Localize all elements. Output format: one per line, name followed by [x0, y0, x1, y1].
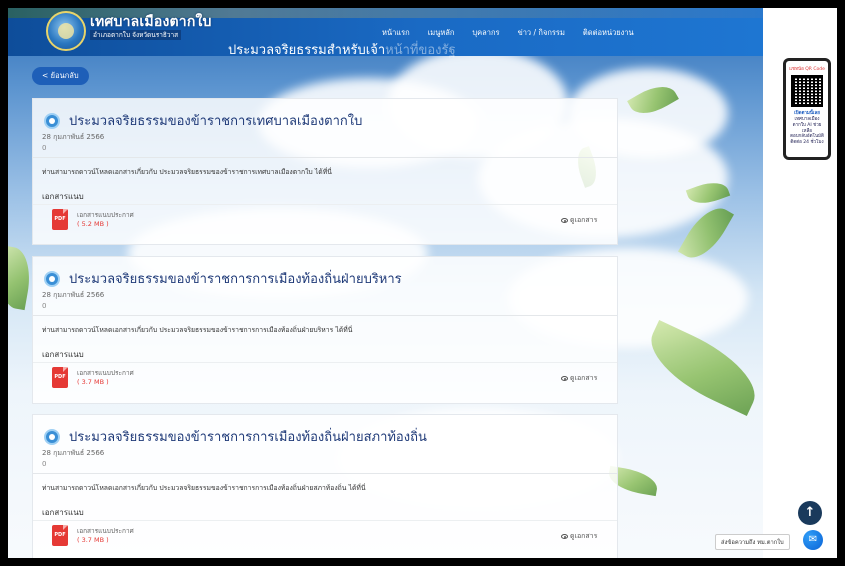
nav-item-contact[interactable]: ติดต่อหน่วยงาน — [583, 27, 634, 39]
arrow-up-icon: ↑ — [804, 505, 816, 520]
nav-item-news[interactable]: ข่าว / กิจกรรม — [518, 27, 565, 39]
qr-heading: แชทน้อ QR Code — [789, 67, 825, 72]
attachment-size: ( 3.7 MB ) — [77, 378, 109, 386]
divider — [33, 520, 617, 521]
back-button[interactable]: < ย้อนกลับ — [32, 67, 89, 85]
municipality-logo[interactable] — [46, 11, 86, 51]
chat-prompt-label[interactable]: ส่งข้อความถึง ทม.ตากใบ — [715, 534, 790, 550]
divider — [33, 315, 617, 316]
view-document-link[interactable]: ดูเอกสาร — [561, 531, 597, 542]
card-description: ท่านสามารถดาวน์โหลดเอกสารเกี่ยวกับ ประมว… — [42, 326, 353, 334]
card-title[interactable]: ประมวลจริยธรรมของข้าราชการการเมืองท้องถิ… — [69, 268, 402, 289]
view-document-link[interactable]: ดูเอกสาร — [561, 215, 597, 226]
card-description: ท่านสามารถดาวน์โหลดเอกสารเกี่ยวกับ ประมว… — [42, 484, 366, 492]
qr-code-icon — [791, 75, 823, 107]
leaf-decoration — [8, 245, 35, 311]
bullet-icon — [44, 271, 60, 287]
attachment-name[interactable]: เอกสารแนบประกาศ — [77, 210, 134, 220]
nav-item-staff[interactable]: บุคลากร — [472, 27, 499, 39]
card-date: 28 กุมภาพันธ์ 2566 — [42, 449, 105, 457]
view-count: 0 — [42, 302, 47, 310]
pdf-file-icon[interactable]: PDF — [52, 525, 68, 546]
eye-icon — [561, 217, 568, 223]
attachments-heading: เอกสารแนบ — [42, 192, 84, 201]
card-date: 28 กุมภาพันธ์ 2566 — [42, 133, 105, 141]
page-frame: เทศบาลเมืองตากใบ อำเภอตากใบ จังหวัดนราธิ… — [8, 8, 837, 558]
divider — [33, 204, 617, 205]
qr-caption: เปิดตามนี้เลย เทศบาลเมือง ตากใบ AI ช่วยเ… — [790, 111, 824, 146]
right-side-panel: แชทน้อ QR Code เปิดตามนี้เลย เทศบาลเมือง… — [763, 8, 837, 558]
nav-item-home[interactable]: หน้าแรก — [382, 27, 410, 39]
messenger-icon: ✉ — [808, 534, 818, 545]
attachment-name[interactable]: เอกสารแนบประกาศ — [77, 368, 134, 378]
attachments-heading: เอกสารแนบ — [42, 350, 84, 359]
pdf-file-icon[interactable]: PDF — [52, 209, 68, 230]
site-header: เทศบาลเมืองตากใบ อำเภอตากใบ จังหวัดนราธิ… — [8, 8, 763, 58]
page-title: ประมวลจริยธรรมสำหรับเจ้าหน้าที่ของรัฐ — [228, 43, 456, 58]
attachment-size: ( 5.2 MB ) — [77, 220, 109, 228]
messenger-button[interactable]: ✉ — [803, 530, 823, 550]
scroll-to-top-button[interactable]: ↑ — [798, 501, 822, 525]
qr-code-widget[interactable]: แชทน้อ QR Code เปิดตามนี้เลย เทศบาลเมือง… — [783, 58, 831, 160]
card-description: ท่านสามารถดาวน์โหลดเอกสารเกี่ยวกับ ประมว… — [42, 168, 332, 176]
bullet-icon — [44, 113, 60, 129]
attachment-name[interactable]: เอกสารแนบประกาศ — [77, 526, 134, 536]
card-date: 28 กุมภาพันธ์ 2566 — [42, 291, 105, 299]
site-subtitle: อำเภอตากใบ จังหวัดนราธิวาส — [90, 30, 182, 40]
card-title[interactable]: ประมวลจริยธรรมของข้าราชการการเมืองท้องถิ… — [69, 426, 427, 447]
attachments-heading: เอกสารแนบ — [42, 508, 84, 517]
divider — [33, 157, 617, 158]
pdf-file-icon[interactable]: PDF — [52, 367, 68, 388]
document-card: ประมวลจริยธรรมของข้าราชการการเมืองท้องถิ… — [32, 256, 618, 404]
eye-icon — [561, 533, 568, 539]
divider — [33, 362, 617, 363]
document-card: ประมวลจริยธรรมของข้าราชการเทศบาลเมืองตาก… — [32, 98, 618, 245]
eye-icon — [561, 375, 568, 381]
main-nav: หน้าแรก เมนูหลัก บุคลากร ข่าว / กิจกรรม … — [382, 27, 634, 39]
attachment-size: ( 3.7 MB ) — [77, 536, 109, 544]
bullet-icon — [44, 429, 60, 445]
view-document-link[interactable]: ดูเอกสาร — [561, 373, 597, 384]
nav-item-main-menu[interactable]: เมนูหลัก — [428, 27, 455, 39]
divider — [33, 473, 617, 474]
view-count: 0 — [42, 144, 47, 152]
card-title[interactable]: ประมวลจริยธรรมของข้าราชการเทศบาลเมืองตาก… — [69, 110, 362, 131]
document-card: ประมวลจริยธรรมของข้าราชการการเมืองท้องถิ… — [32, 414, 618, 558]
view-count: 0 — [42, 460, 47, 468]
